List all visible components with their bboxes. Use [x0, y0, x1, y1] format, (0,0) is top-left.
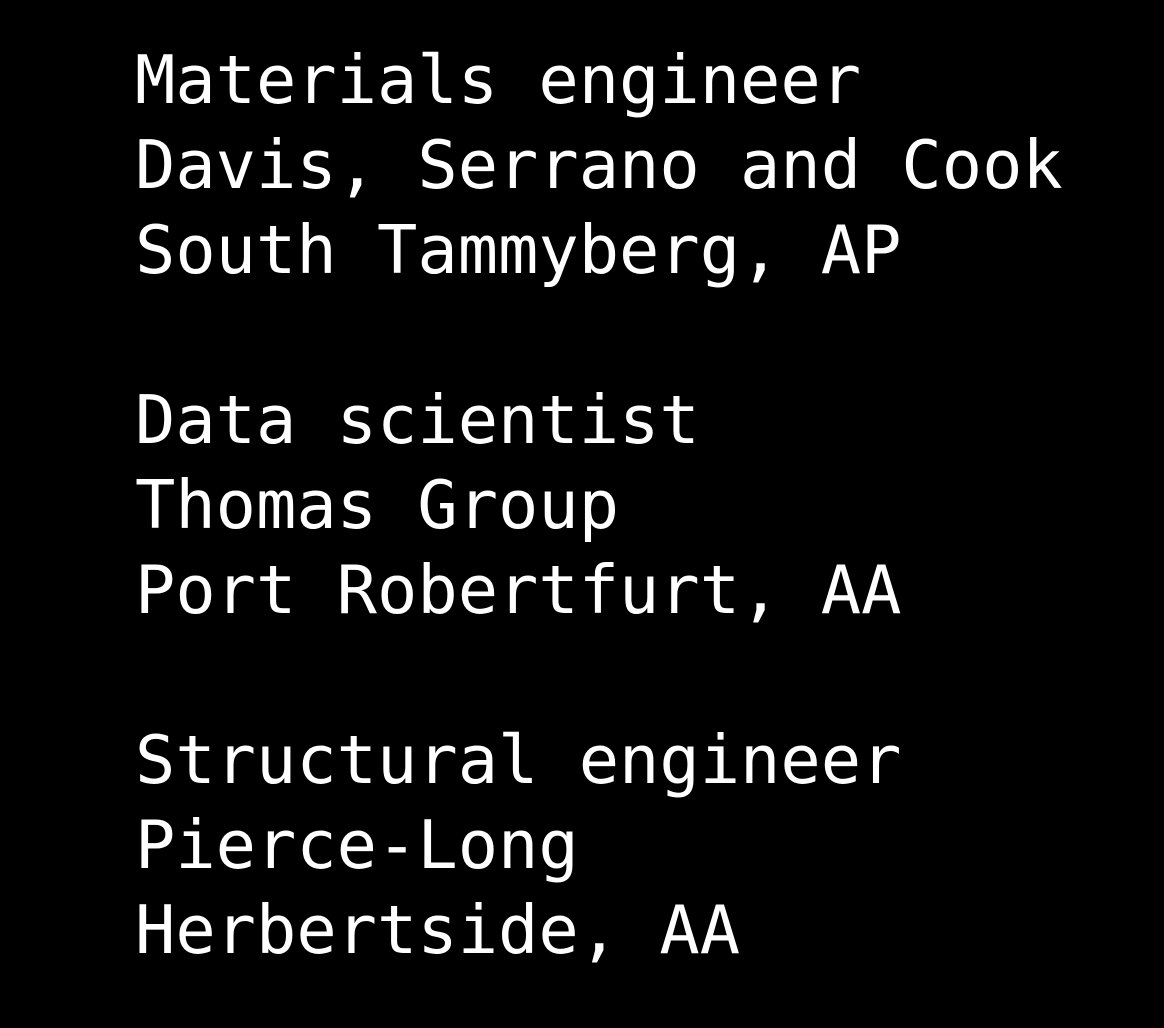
job-entry: Data scientist Thomas Group Port Robertf…: [135, 378, 1135, 633]
page: { "colors": { "background": "#000000", "…: [0, 0, 1164, 1028]
job-entry: Structural engineer Pierce-Long Herberts…: [135, 718, 1135, 973]
job-entry: Materials engineer Davis, Serrano and Co…: [135, 38, 1135, 293]
job-title: Materials engineer: [135, 41, 862, 119]
job-title: Structural engineer: [135, 721, 902, 799]
job-location: Port Robertfurt, AA: [135, 551, 902, 629]
company-name: Thomas Group: [135, 466, 620, 544]
job-location: Herbertside, AA: [135, 891, 741, 969]
job-listings: Materials engineer Davis, Serrano and Co…: [135, 38, 1135, 973]
company-name: Davis, Serrano and Cook: [135, 126, 1063, 204]
company-name: Pierce-Long: [135, 806, 579, 884]
job-title: Data scientist: [135, 381, 700, 459]
job-location: South Tammyberg, AP: [135, 211, 902, 289]
